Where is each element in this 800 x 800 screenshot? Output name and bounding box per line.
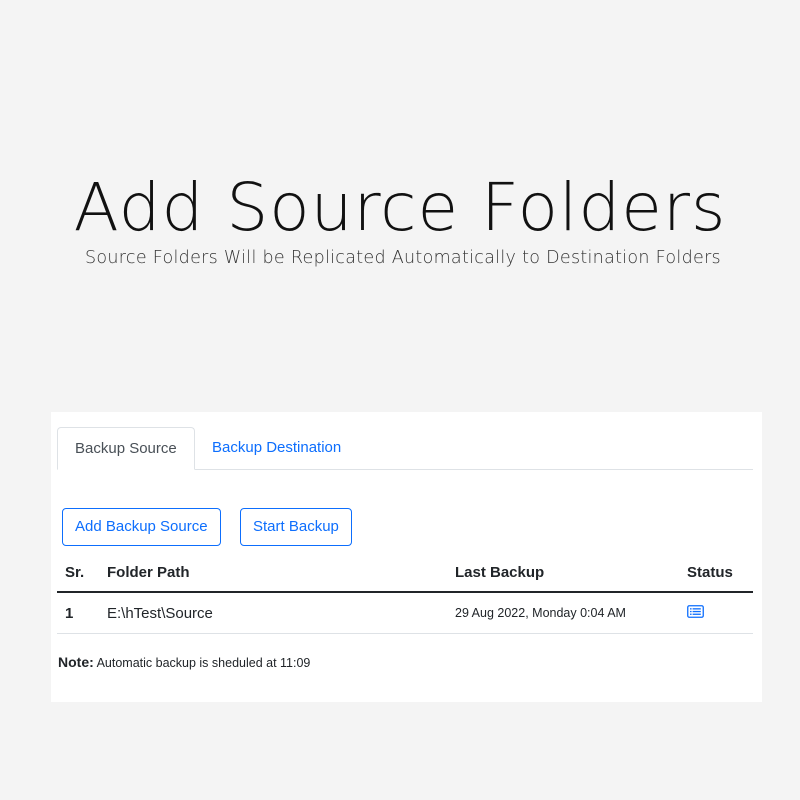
page-subtitle: Source Folders Will be Replicated Automa… [85, 248, 721, 268]
header-folder-path: Folder Path [99, 554, 447, 593]
tab-backup-destination[interactable]: Backup Destination [195, 427, 358, 468]
row-sr: 1 [57, 592, 99, 634]
start-backup-button[interactable]: Start Backup [240, 508, 352, 546]
note-label: Note: [58, 654, 94, 670]
row-folder-path: E:\hTest\Source [99, 592, 447, 634]
table-row: 1 E:\hTest\Source 29 Aug 2022, Monday 0:… [57, 592, 753, 634]
row-last-backup: 29 Aug 2022, Monday 0:04 AM [447, 592, 679, 634]
page-title: Add Source Folders [73, 169, 727, 246]
header-status: Status [679, 554, 753, 593]
table-header-row: Sr. Folder Path Last Backup Status [57, 554, 753, 593]
source-folders-table: Sr. Folder Path Last Backup Status 1 E:\… [57, 554, 753, 634]
row-status [679, 592, 753, 634]
tab-backup-source[interactable]: Backup Source [57, 427, 195, 470]
add-backup-source-button[interactable]: Add Backup Source [62, 508, 221, 546]
tab-bar: Backup Source Backup Destination [57, 427, 753, 470]
note-text: Automatic backup is sheduled at 11:09 [96, 656, 311, 670]
header-last-backup: Last Backup [447, 554, 679, 593]
header-sr: Sr. [57, 554, 99, 593]
schedule-note: Note: Automatic backup is sheduled at 11… [58, 654, 310, 670]
backup-panel: Backup Source Backup Destination Add Bac… [51, 412, 762, 702]
list-details-icon[interactable] [687, 604, 704, 622]
